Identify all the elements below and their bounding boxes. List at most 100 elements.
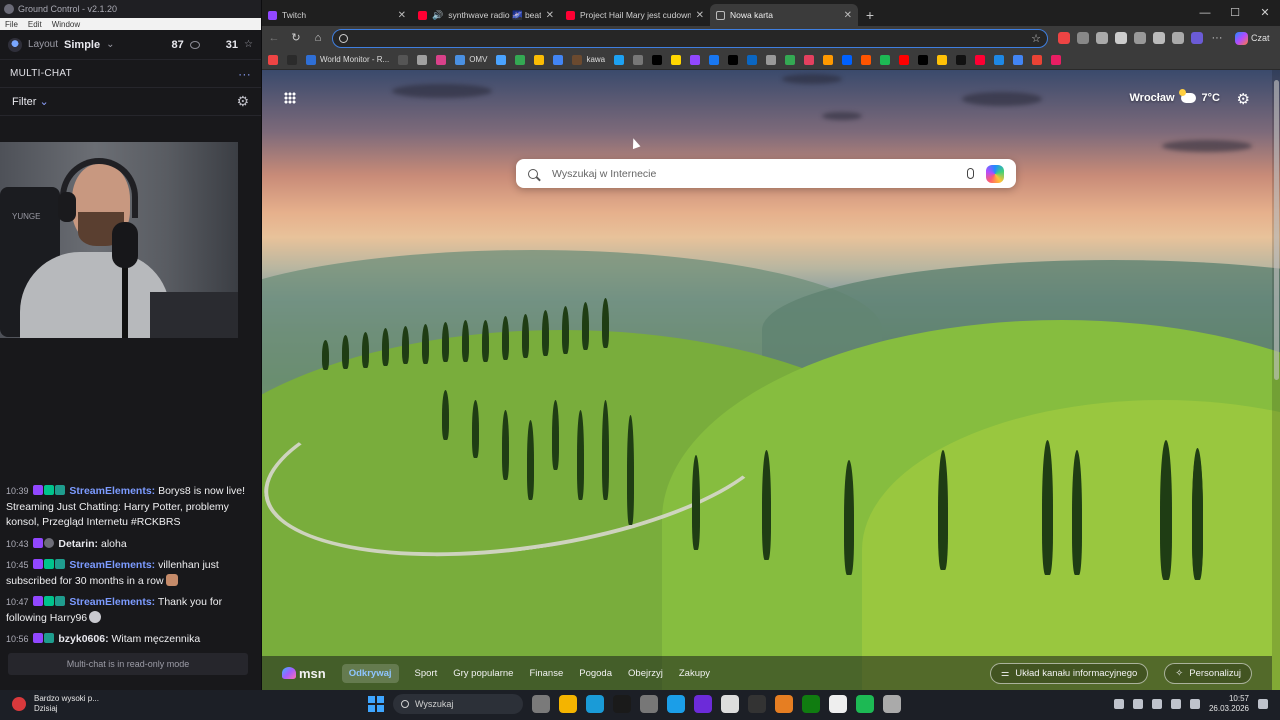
extension-icon[interactable]: [1115, 32, 1127, 44]
favorite-site-icon[interactable]: [899, 54, 910, 65]
favorite-site-icon[interactable]: [804, 54, 815, 65]
favorite-site-icon[interactable]: [417, 54, 428, 65]
onedrive-icon[interactable]: [1132, 699, 1143, 709]
msn-logo[interactable]: msn: [282, 666, 326, 681]
menu-file[interactable]: File: [5, 20, 18, 29]
msg-user[interactable]: Detarin:: [58, 538, 98, 550]
favorite-site-icon[interactable]: [709, 54, 720, 65]
favorite-site-icon[interactable]: [553, 54, 564, 65]
taskbar-widget[interactable]: Bardzo wysoki p... Dzisiaj: [12, 694, 99, 714]
tab-twitch[interactable]: Twitch ✕: [262, 4, 412, 26]
favorite-site-icon[interactable]: [671, 54, 682, 65]
favorite-site-icon[interactable]: [747, 54, 758, 65]
address-input[interactable]: [354, 32, 1032, 44]
favorite-site-icon[interactable]: [515, 54, 526, 65]
msn-tab-shopping[interactable]: Zakupy: [679, 668, 710, 679]
favorite-site-icon[interactable]: [1013, 54, 1024, 65]
copilot-chat-button[interactable]: Czat: [1235, 31, 1270, 45]
web-search-box[interactable]: [516, 159, 1016, 188]
favorite-site-icon[interactable]: [766, 54, 777, 65]
extension-icon[interactable]: [1134, 32, 1146, 44]
notification-icon[interactable]: [1258, 699, 1268, 709]
search-input[interactable]: [552, 167, 967, 180]
msn-tab-finance[interactable]: Finanse: [529, 668, 563, 679]
taskbar-app-icon[interactable]: [694, 695, 712, 713]
favorite-site-icon[interactable]: [652, 54, 663, 65]
close-icon[interactable]: ✕: [844, 10, 852, 21]
extension-icon[interactable]: [1172, 32, 1184, 44]
more-icon[interactable]: ···: [238, 67, 251, 81]
close-window-button[interactable]: ✕: [1250, 0, 1280, 26]
msn-tab-discover[interactable]: Odkrywaj: [341, 663, 399, 683]
taskbar-search[interactable]: Wyszukaj: [393, 694, 523, 714]
favorite-star-icon[interactable]: ☆: [1031, 32, 1041, 45]
address-bar[interactable]: ☆: [332, 28, 1048, 48]
gc-home-icon[interactable]: [8, 37, 22, 52]
volume-icon[interactable]: [1170, 699, 1181, 709]
gear-icon[interactable]: ⚙: [1237, 90, 1250, 108]
close-icon[interactable]: ✕: [546, 10, 554, 21]
favorite-site-icon[interactable]: [994, 54, 1005, 65]
page-scrollbar[interactable]: [1272, 70, 1280, 690]
favorite-site-icon[interactable]: [534, 54, 545, 65]
favorite-site-icon[interactable]: [436, 54, 447, 65]
extension-icon[interactable]: [1096, 32, 1108, 44]
favorite-site-icon[interactable]: [268, 54, 278, 65]
favorite-site-icon[interactable]: [975, 54, 986, 65]
taskbar-app-icon[interactable]: [802, 695, 820, 713]
msg-user[interactable]: StreamElements:: [69, 596, 155, 608]
new-tab-button[interactable]: +: [858, 4, 882, 26]
filter-button[interactable]: Filter ⌄: [12, 95, 49, 108]
layout-select[interactable]: Simple: [64, 39, 100, 51]
msg-user[interactable]: StreamElements:: [69, 559, 155, 571]
taskbar-app-icon[interactable]: [721, 695, 739, 713]
favorite-site-icon[interactable]: [287, 54, 297, 65]
taskbar-app-icon[interactable]: [640, 695, 658, 713]
taskbar-app-icon[interactable]: [559, 695, 577, 713]
msg-user[interactable]: bzyk0606:: [58, 633, 108, 645]
windows-start-icon[interactable]: [368, 696, 384, 712]
feed-layout-button[interactable]: ⚌ Układ kanału informacyjnego: [989, 662, 1149, 684]
taskbar-app-icon[interactable]: [856, 695, 874, 713]
extension-icon[interactable]: [1191, 32, 1203, 44]
favorite-site-icon[interactable]: [823, 54, 834, 65]
home-button[interactable]: ⌂: [310, 30, 326, 46]
msn-tab-weather[interactable]: Pogoda: [579, 668, 612, 679]
favorite-site-icon[interactable]: [728, 54, 739, 65]
microphone-icon[interactable]: [967, 168, 974, 179]
maximize-button[interactable]: ☐: [1220, 0, 1250, 26]
gear-icon[interactable]: ⚙: [236, 93, 249, 110]
favorite-site-icon[interactable]: [880, 54, 891, 65]
favorite-site-icon[interactable]: [937, 54, 948, 65]
favorite-site-icon[interactable]: [785, 54, 796, 65]
taskbar-app-icon[interactable]: [667, 695, 685, 713]
favorite-site-icon[interactable]: [842, 54, 853, 65]
taskbar-app-icon[interactable]: [883, 695, 901, 713]
extension-icon[interactable]: [1077, 32, 1089, 44]
tab-synthwave[interactable]: 🔊 synthwave radio 🌌 beats to ✕: [412, 4, 560, 26]
msg-user[interactable]: StreamElements:: [69, 485, 155, 497]
favorite-site-icon[interactable]: [398, 54, 409, 65]
taskbar-app-icon[interactable]: [748, 695, 766, 713]
weather-widget[interactable]: Wrocław 7°C: [1130, 89, 1220, 104]
favorite-link[interactable]: World Monitor - R...: [306, 54, 389, 65]
close-icon[interactable]: ✕: [398, 10, 406, 21]
reload-button[interactable]: ↻: [288, 30, 304, 46]
favorite-site-icon[interactable]: [1051, 54, 1062, 65]
taskbar-app-icon[interactable]: [829, 695, 847, 713]
msn-tab-games[interactable]: Gry popularne: [453, 668, 513, 679]
favorite-site-icon[interactable]: [496, 54, 507, 65]
personalize-button[interactable]: ✧ Personalizuj: [1164, 662, 1252, 684]
close-icon[interactable]: ✕: [696, 10, 704, 21]
apps-grid-icon[interactable]: [284, 92, 296, 104]
favorite-site-icon[interactable]: [1032, 54, 1043, 65]
speaker-icon[interactable]: 🔊: [432, 10, 443, 21]
menu-edit[interactable]: Edit: [28, 20, 42, 29]
favorite-site-icon[interactable]: [918, 54, 929, 65]
taskbar-app-icon[interactable]: [613, 695, 631, 713]
battery-icon[interactable]: [1189, 699, 1200, 709]
menu-window[interactable]: Window: [52, 20, 80, 29]
taskbar-app-icon[interactable]: [775, 695, 793, 713]
minimize-button[interactable]: —: [1190, 0, 1220, 26]
tab-new-tab[interactable]: Nowa karta ✕: [710, 4, 858, 26]
